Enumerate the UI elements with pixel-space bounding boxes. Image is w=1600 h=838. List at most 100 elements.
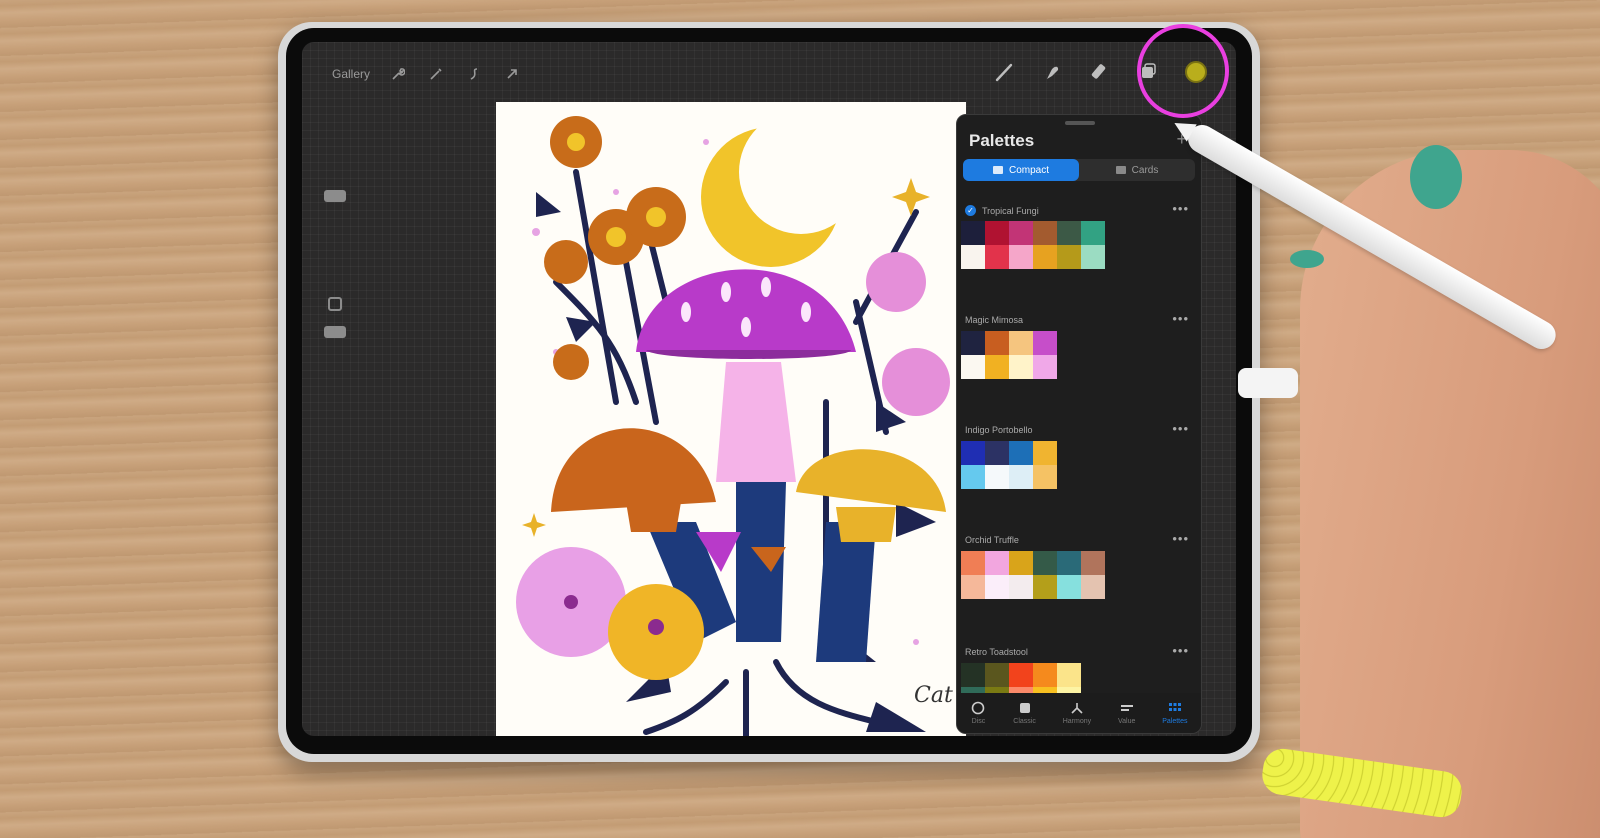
color-swatch[interactable] — [1033, 441, 1057, 465]
toolbar-left: Gallery — [332, 64, 522, 84]
palettes-panel: Palettes + Compact Cards ✓ — [956, 114, 1202, 734]
tab-harmony[interactable]: Harmony — [1063, 701, 1091, 725]
color-swatch[interactable] — [1057, 551, 1081, 575]
color-swatch[interactable] — [961, 245, 985, 269]
color-swatch[interactable] — [985, 575, 1009, 599]
color-swatch[interactable] — [961, 663, 985, 687]
classic-icon — [1017, 701, 1033, 715]
compact-view-button[interactable]: Compact — [963, 159, 1079, 181]
color-swatch[interactable] — [1009, 221, 1033, 245]
transform-arrow-icon[interactable] — [502, 64, 522, 84]
palette-more-button[interactable]: ••• — [1172, 311, 1189, 326]
cards-label: Cards — [1131, 164, 1159, 176]
color-swatch[interactable] — [1009, 441, 1033, 465]
brush-size-slider[interactable] — [324, 190, 346, 202]
color-swatch[interactable] — [1081, 575, 1105, 599]
palette-more-button[interactable]: ••• — [1172, 531, 1189, 546]
palette-more-button[interactable]: ••• — [1172, 421, 1189, 436]
view-mode-toggle: Compact Cards — [963, 159, 1195, 181]
palette-more-button[interactable]: ••• — [1172, 643, 1189, 658]
color-swatch[interactable] — [1057, 221, 1081, 245]
color-swatch[interactable] — [961, 441, 985, 465]
color-swatch[interactable] — [961, 221, 985, 245]
color-swatch[interactable] — [1009, 465, 1033, 489]
brush-icon[interactable] — [990, 58, 1018, 86]
magic-wand-icon[interactable] — [426, 64, 446, 84]
cards-view-button[interactable]: Cards — [1079, 159, 1195, 181]
color-swatch[interactable] — [961, 575, 985, 599]
tab-classic[interactable]: Classic — [1013, 701, 1036, 725]
color-swatch[interactable] — [1033, 465, 1057, 489]
color-swatch[interactable] — [985, 465, 1009, 489]
color-swatch[interactable] — [961, 465, 985, 489]
palettes-icon — [1167, 701, 1183, 715]
color-swatch[interactable] — [1033, 331, 1057, 355]
color-swatch[interactable] — [1009, 245, 1033, 269]
wrench-icon[interactable] — [388, 64, 408, 84]
tab-disc[interactable]: Disc — [970, 701, 986, 725]
color-swatch[interactable] — [961, 331, 985, 355]
value-icon — [1119, 701, 1135, 715]
color-swatch[interactable] — [1033, 575, 1057, 599]
color-swatch[interactable] — [985, 331, 1009, 355]
opacity-slider[interactable] — [324, 326, 346, 338]
color-swatch[interactable] — [1057, 245, 1081, 269]
color-swatch[interactable] — [1033, 663, 1057, 687]
color-swatch[interactable] — [1009, 575, 1033, 599]
eraser-icon[interactable] — [1086, 58, 1114, 86]
artist-signature: Cat — [914, 683, 953, 708]
color-swatch[interactable] — [1033, 551, 1057, 575]
color-swatch[interactable] — [961, 355, 985, 379]
color-swatch[interactable] — [1033, 355, 1057, 379]
color-swatch[interactable] — [1081, 221, 1105, 245]
compact-label: Compact — [1008, 164, 1049, 176]
mushroom-illustration: Cat — [516, 110, 953, 736]
palettes-title: Palettes — [969, 131, 1035, 150]
cards-icon — [1115, 166, 1126, 174]
color-swatch[interactable] — [985, 221, 1009, 245]
color-swatch[interactable] — [985, 355, 1009, 379]
disc-icon — [970, 701, 986, 715]
palette-name: Indigo Portobello — [965, 425, 1033, 435]
color-swatch[interactable] — [1081, 245, 1105, 269]
palette-swatches — [961, 551, 1105, 599]
harmony-icon — [1069, 701, 1085, 715]
color-swatch[interactable] — [961, 551, 985, 575]
color-swatch[interactable] — [1057, 575, 1081, 599]
palette-name: Tropical Fungi — [982, 205, 1039, 216]
palette-swatches — [961, 331, 1057, 379]
tab-palettes[interactable]: Palettes — [1162, 701, 1188, 725]
hand — [1290, 145, 1600, 838]
color-swatch[interactable] — [1057, 663, 1081, 687]
selection-icon[interactable] — [464, 64, 484, 84]
color-swatch[interactable] — [1033, 221, 1057, 245]
palette-name: Magic Mimosa — [965, 315, 1024, 325]
default-check-icon: ✓ — [965, 205, 976, 216]
panel-grip[interactable] — [1065, 121, 1095, 125]
color-swatch[interactable] — [985, 441, 1009, 465]
artwork-canvas[interactable]: Cat — [496, 102, 966, 736]
color-swatch[interactable] — [1009, 355, 1033, 379]
color-swatch[interactable] — [985, 245, 1009, 269]
color-mode-tabs: Disc Classic Harmony Value Palettes — [957, 693, 1201, 733]
fingernail — [1410, 145, 1462, 209]
color-swatch[interactable] — [1009, 331, 1033, 355]
smudge-icon[interactable] — [1038, 58, 1066, 86]
fingernail — [1290, 250, 1324, 268]
usb-cable — [1238, 368, 1298, 398]
color-swatch[interactable] — [1009, 551, 1033, 575]
color-swatch[interactable] — [985, 551, 1009, 575]
gallery-button[interactable]: Gallery — [332, 67, 370, 81]
palette-swatches — [961, 441, 1057, 489]
color-swatch[interactable] — [1033, 245, 1057, 269]
ipad-device: Gallery Cat Palettes Compact Cards ✓ Tro… — [278, 22, 1260, 762]
palette-more-button[interactable]: ••• — [1172, 201, 1189, 216]
color-swatch[interactable] — [1009, 663, 1033, 687]
palette-name: Retro Toadstool — [965, 647, 1028, 657]
color-swatch[interactable] — [1081, 551, 1105, 575]
eyedropper-button[interactable] — [328, 297, 342, 311]
ipad-bezel: Gallery Cat Palettes Compact Cards ✓ Tro… — [286, 28, 1252, 754]
tab-value[interactable]: Value — [1118, 701, 1135, 725]
palette-name: Orchid Truffle — [965, 535, 1019, 545]
color-swatch[interactable] — [985, 663, 1009, 687]
